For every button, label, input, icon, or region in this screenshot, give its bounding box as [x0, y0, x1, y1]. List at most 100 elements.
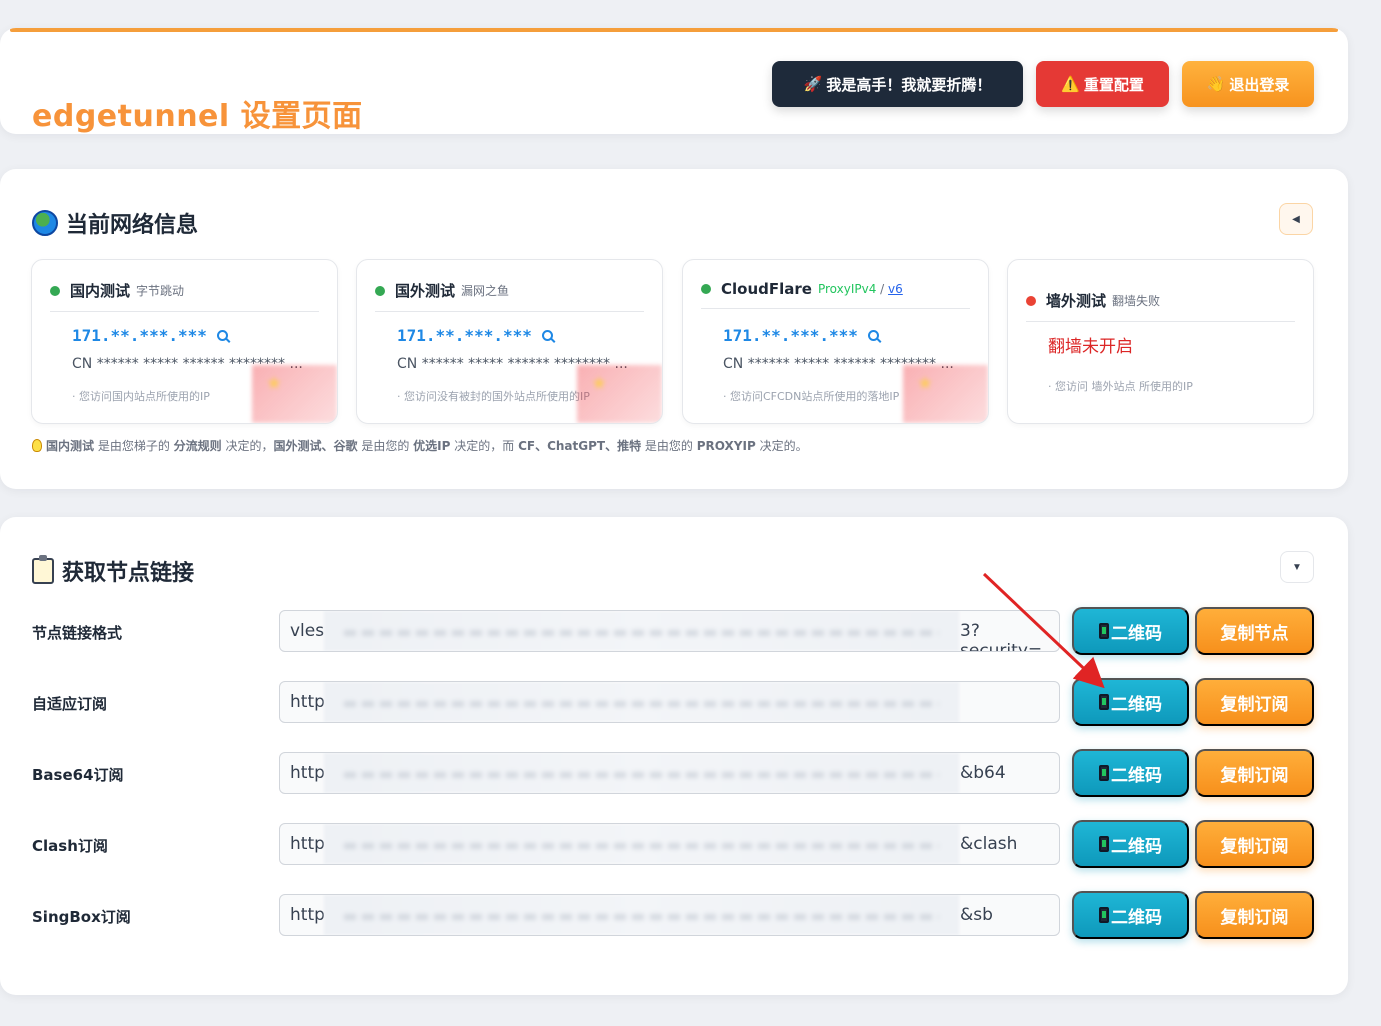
search-icon[interactable]: [216, 330, 228, 341]
link-prefix: http: [290, 905, 325, 925]
qr-code-button[interactable]: 二维码: [1072, 749, 1189, 797]
copy-sub-button[interactable]: 复制订阅: [1195, 678, 1314, 726]
logout-button[interactable]: 👋 退出登录: [1182, 61, 1314, 107]
base64-sub-field[interactable]: http &b64: [279, 752, 1060, 794]
reset-config-button[interactable]: ⚠️ 重置配置: [1036, 61, 1169, 107]
copy-sub-button[interactable]: 复制订阅: [1195, 820, 1314, 868]
caret-left-icon: ◀: [1292, 213, 1300, 225]
ip-box-sub: ProxyIPv4 / v6: [818, 282, 903, 296]
qr-code-label: 二维码: [1111, 765, 1162, 785]
collapse-toggle-button[interactable]: ◀: [1279, 203, 1313, 235]
logout-label: 退出登录: [1229, 76, 1290, 94]
link-row-base64: Base64订阅 http &b64 二维码 复制订阅: [0, 747, 1348, 797]
node-links-card: 获取节点链接 ▼ 节点链接格式 vles 3?security= 二维码 复制节…: [0, 517, 1348, 995]
qr-code-label: 二维码: [1111, 836, 1162, 856]
expert-mode-label: 我是高手！我就要折腾！: [826, 76, 992, 94]
search-icon[interactable]: [541, 330, 553, 341]
globe-icon: [32, 210, 58, 236]
header-accent-bar: [10, 28, 1338, 32]
link-prefix: http: [290, 763, 325, 783]
adaptive-sub-field[interactable]: http: [279, 681, 1060, 723]
copy-label: 复制订阅: [1220, 765, 1289, 785]
ip-value: 171.**.***.***: [72, 326, 207, 345]
clipboard-icon: [32, 555, 54, 584]
reset-config-label: 重置配置: [1083, 76, 1144, 94]
network-note-text: 国内测试 是由您梯子的 分流规则 决定的，国外测试、谷歌 是由您的 优选IP 决…: [46, 439, 808, 453]
qr-code-label: 二维码: [1111, 907, 1162, 927]
redacted-blur: [324, 824, 959, 864]
ip-box-domestic: 国内测试 字节跳动 171.**.***.*** CN ****** *****…: [31, 259, 338, 424]
copy-sub-button[interactable]: 复制订阅: [1195, 749, 1314, 797]
ip-box-foreign: 国外测试 漏网之鱼 171.**.***.*** CN ****** *****…: [356, 259, 663, 424]
link-row-node: 节点链接格式 vles 3?security= 二维码 复制节点: [0, 605, 1348, 655]
ip-value: 171.**.***.***: [397, 326, 532, 345]
link-row-label: Base64订阅: [32, 766, 124, 784]
ip-box-name: 国外测试: [395, 282, 456, 300]
ip-address: 171.**.***.***: [72, 326, 228, 345]
expert-mode-button[interactable]: 🚀 我是高手！我就要折腾！: [772, 61, 1023, 107]
v6-link[interactable]: v6: [888, 282, 903, 296]
link-suffix: 3?security=: [960, 621, 1043, 652]
phone-icon: [1099, 907, 1109, 923]
wave-hand-icon: 👋: [1206, 76, 1226, 93]
page-title: edgetunnel 设置页面: [32, 99, 363, 134]
link-prefix: vles: [290, 621, 325, 641]
copy-node-button[interactable]: 复制节点: [1195, 607, 1314, 655]
link-row-clash: Clash订阅 http &clash 二维码 复制订阅: [0, 818, 1348, 868]
ip-box-sub: 翻墙失败: [1112, 294, 1161, 308]
link-suffix: &b64: [960, 763, 1006, 783]
status-dot-green-icon: [50, 285, 60, 296]
proxyip-v4-label: ProxyIPv4: [817, 282, 877, 296]
link-row-label: Clash订阅: [32, 837, 108, 855]
qr-code-label: 二维码: [1111, 623, 1162, 643]
caret-down-icon: ▼: [1292, 561, 1302, 573]
redacted-blur: [324, 753, 959, 793]
china-flag-icon: [252, 365, 337, 423]
node-link-field[interactable]: vles 3?security=: [279, 610, 1060, 652]
ip-hint: · 您访问没有被封的国外站点所使用的IP: [397, 390, 590, 403]
lightbulb-icon: [32, 439, 42, 452]
ip-box-sub: 字节跳动: [136, 284, 185, 298]
qr-code-button[interactable]: 二维码: [1072, 678, 1189, 726]
ip-box-overseas: 墙外测试 翻墙失败 翻墙未开启 · 您访问 墙外站点 所使用的IP: [1007, 259, 1314, 424]
search-icon[interactable]: [867, 330, 879, 341]
link-prefix: http: [290, 692, 325, 712]
ip-box-header: 国外测试 漏网之鱼: [375, 280, 644, 312]
link-row-label: 自适应订阅: [32, 695, 108, 713]
sub-separator: /: [880, 282, 885, 296]
qr-code-button[interactable]: 二维码: [1072, 607, 1189, 655]
link-row-adaptive: 自适应订阅 http 二维码 复制订阅: [0, 676, 1348, 726]
qr-code-button[interactable]: 二维码: [1072, 891, 1189, 939]
link-suffix: &clash: [960, 834, 1018, 854]
ip-box-name: 墙外测试: [1046, 292, 1107, 310]
node-links-title: 获取节点链接: [62, 561, 195, 586]
network-note: 国内测试 是由您梯子的 分流规则 决定的，国外测试、谷歌 是由您的 优选IP 决…: [32, 437, 808, 454]
china-flag-icon: [903, 365, 988, 423]
link-row-label: 节点链接格式: [32, 624, 123, 642]
copy-sub-button[interactable]: 复制订阅: [1195, 891, 1314, 939]
link-prefix: http: [290, 834, 325, 854]
ip-hint: · 您访问 墙外站点 所使用的IP: [1048, 380, 1193, 393]
warning-icon: ⚠️: [1061, 76, 1080, 93]
ip-box-header: 国内测试 字节跳动: [50, 280, 319, 312]
collapse-toggle-button[interactable]: ▼: [1280, 551, 1314, 583]
network-info-title: 当前网络信息: [66, 213, 199, 238]
ip-hint: · 您访问国内站点所使用的IP: [72, 390, 210, 403]
network-info-heading: 当前网络信息: [32, 207, 198, 239]
node-links-heading: 获取节点链接: [32, 555, 194, 587]
ip-hint: · 您访问CFCDN站点所使用的落地IP: [723, 390, 900, 403]
clash-sub-field[interactable]: http &clash: [279, 823, 1060, 865]
phone-icon: [1099, 694, 1109, 710]
ip-value: 171.**.***.***: [723, 326, 858, 345]
singbox-sub-field[interactable]: http &sb: [279, 894, 1060, 936]
china-flag-icon: [577, 365, 662, 423]
copy-label: 复制订阅: [1220, 907, 1289, 927]
ip-box-cloudflare: CloudFlare ProxyIPv4 / v6 171.**.***.***…: [682, 259, 989, 424]
ip-box-header: CloudFlare ProxyIPv4 / v6: [701, 280, 970, 309]
qr-code-button[interactable]: 二维码: [1072, 820, 1189, 868]
phone-icon: [1099, 623, 1109, 639]
ip-box-name: 国内测试: [70, 282, 131, 300]
phone-icon: [1099, 836, 1109, 852]
copy-label: 复制订阅: [1220, 836, 1289, 856]
ip-address: 171.**.***.***: [397, 326, 553, 345]
